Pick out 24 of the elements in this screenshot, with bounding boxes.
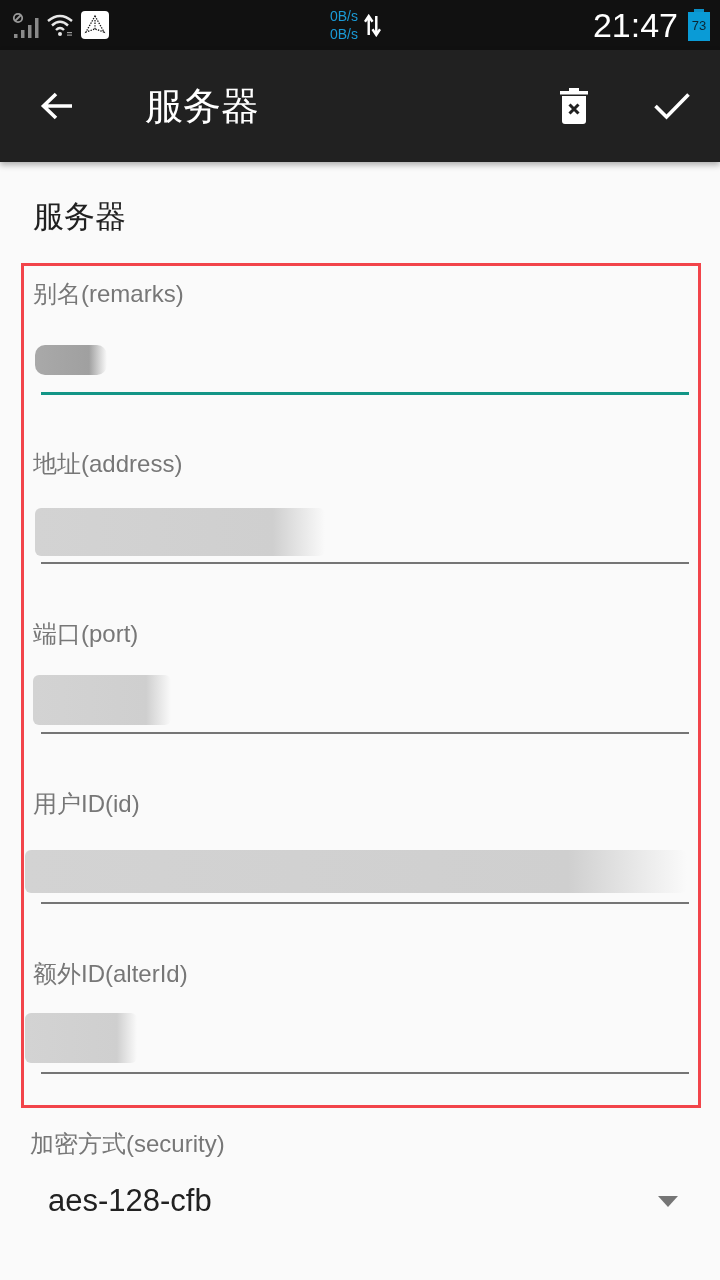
- delete-icon: [560, 88, 588, 124]
- app-bar-title: 服务器: [145, 84, 259, 129]
- field-label: 别名(remarks): [33, 279, 184, 309]
- wifi-icon: [46, 13, 74, 37]
- field-label: 用户ID(id): [33, 789, 140, 819]
- field-label: 额外ID(alterId): [33, 959, 188, 989]
- field-label: 加密方式(security): [30, 1129, 225, 1159]
- check-icon: [654, 92, 690, 120]
- triangle-app-icon: [81, 11, 109, 39]
- dropdown-caret-icon: [658, 1195, 678, 1207]
- field-label: 端口(port): [33, 619, 139, 649]
- field-label: 地址(address): [33, 449, 183, 479]
- confirm-button[interactable]: [653, 91, 691, 121]
- upload-speed: 0B/s: [330, 7, 358, 25]
- section-heading: 服务器: [33, 199, 126, 235]
- delete-button[interactable]: [559, 87, 589, 125]
- battery-icon: [688, 9, 710, 41]
- back-arrow-icon: [40, 91, 74, 121]
- security-dropdown[interactable]: aes-128-cfb: [45, 1173, 680, 1229]
- data-arrows-icon: [364, 13, 381, 37]
- download-speed: 0B/s: [330, 25, 358, 43]
- clock-time: 21:47: [592, 5, 678, 45]
- battery-percent: 73: [691, 18, 707, 34]
- signal-icon: [12, 11, 39, 39]
